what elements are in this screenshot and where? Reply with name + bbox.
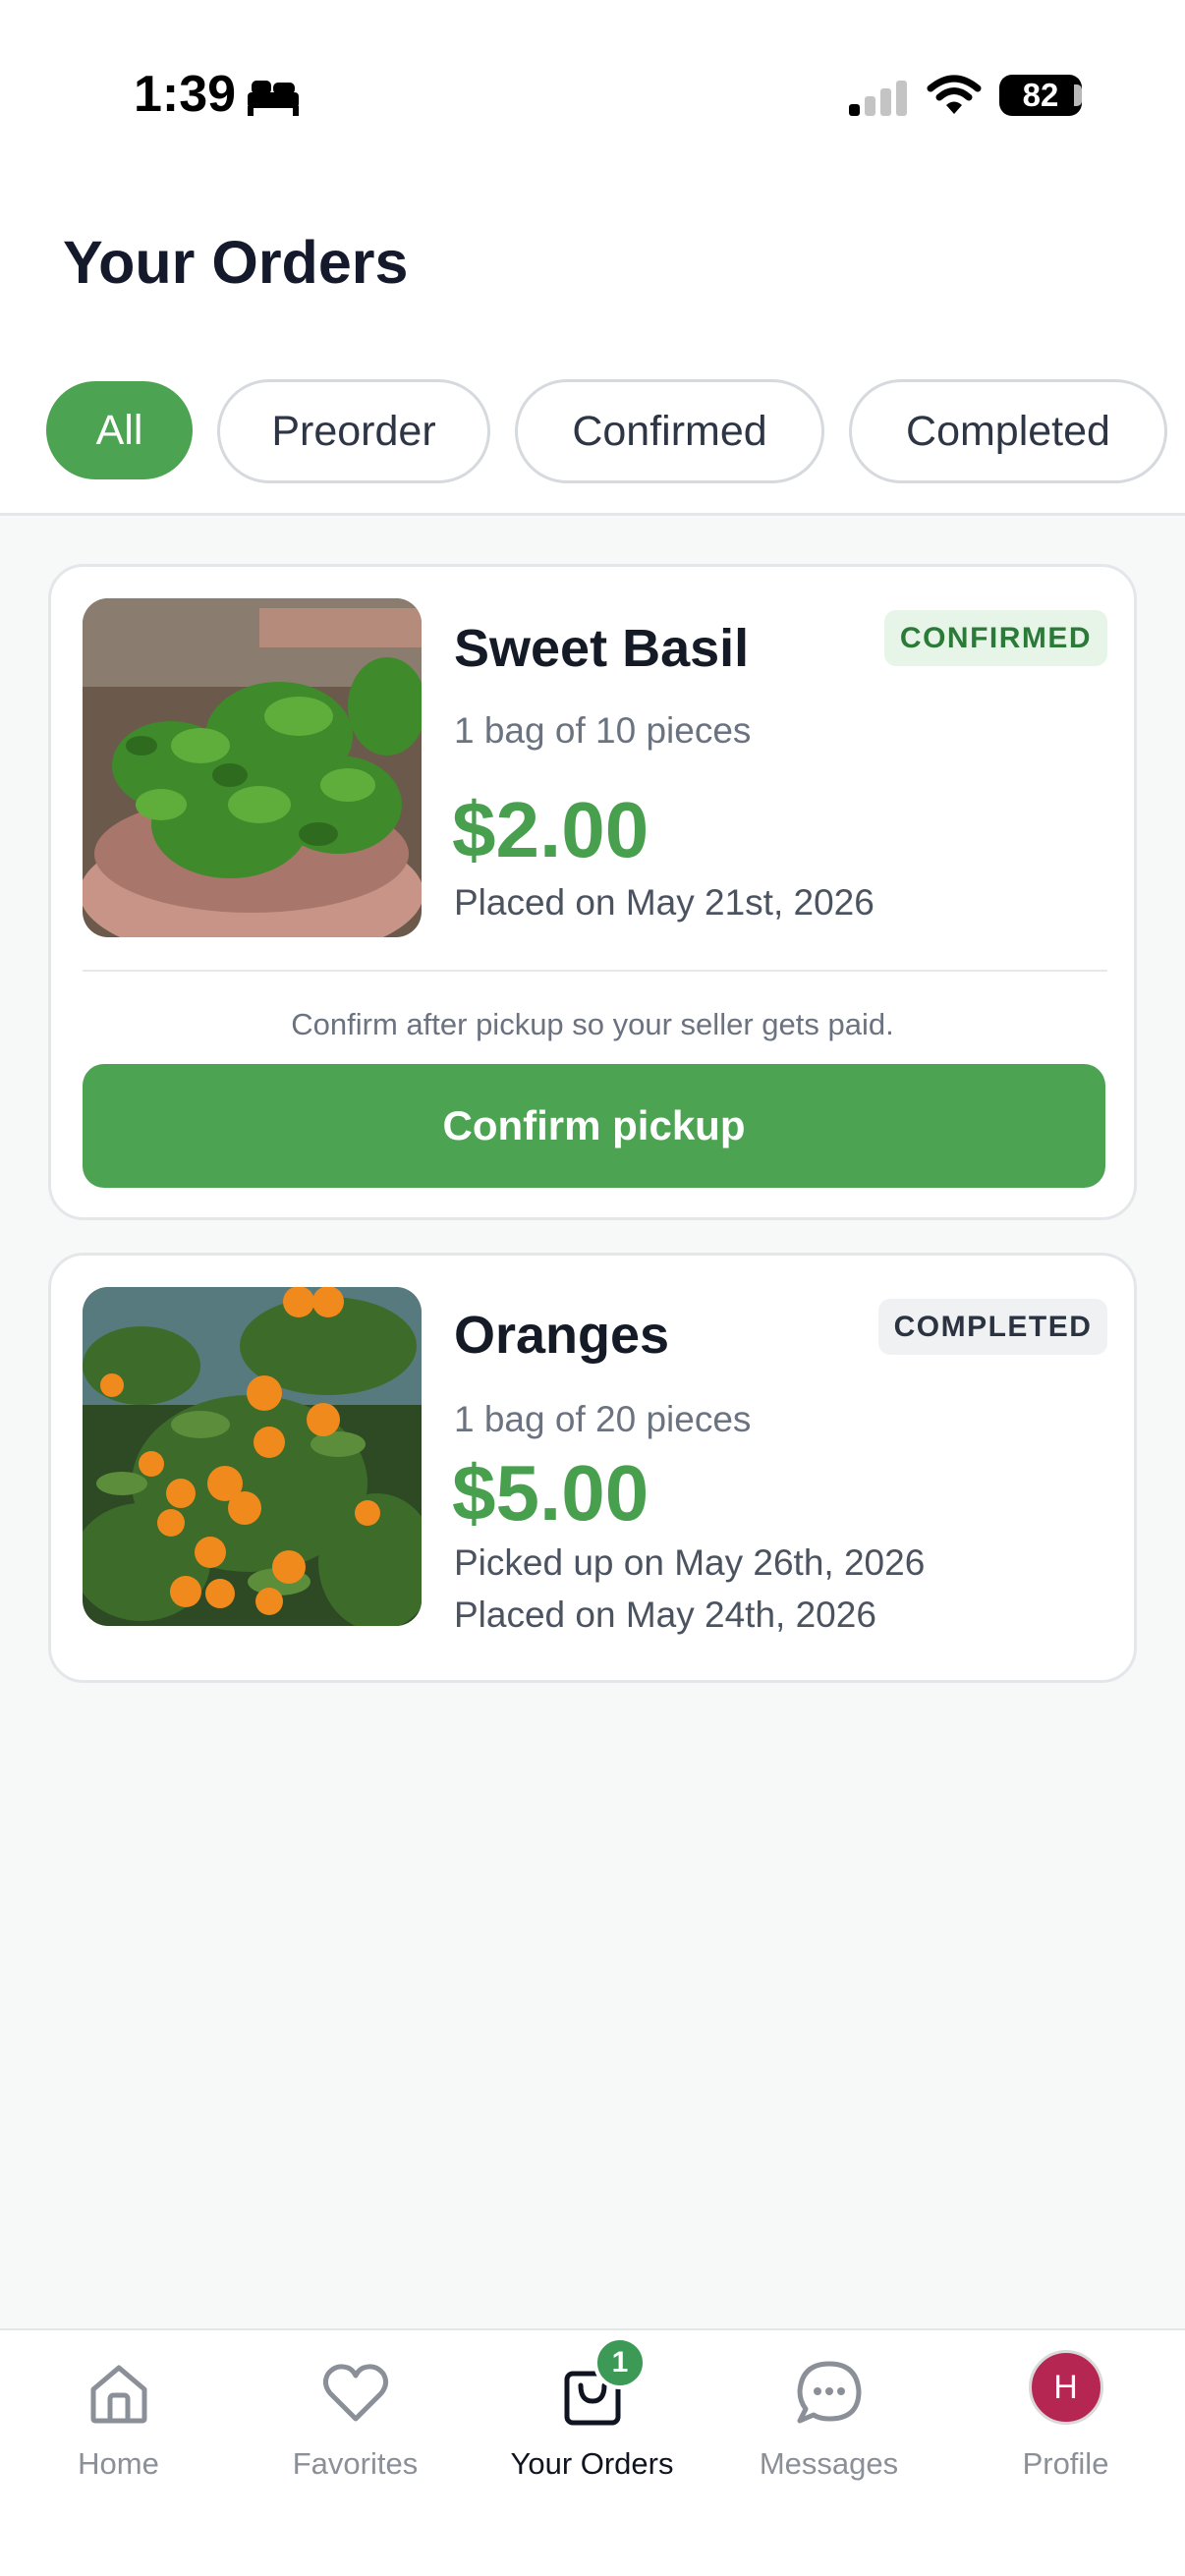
- product-image-basil: [83, 598, 422, 937]
- filter-chip-confirmed[interactable]: Confirmed: [515, 379, 824, 483]
- tab-home[interactable]: Home: [0, 2330, 237, 2527]
- pickup-hint: Confirm after pickup so your seller gets…: [291, 1007, 894, 1041]
- placed-date: Placed on May 21st, 2026: [454, 882, 875, 923]
- status-badge: COMPLETED: [878, 1299, 1107, 1355]
- tab-label: Home: [78, 2446, 159, 2481]
- placed-date: Placed on May 24th, 2026: [454, 1595, 876, 1635]
- picked-up-date: Picked up on May 26th, 2026: [454, 1542, 926, 1583]
- confirm-pickup-button[interactable]: Confirm pickup: [83, 1064, 1105, 1188]
- order-card[interactable]: Oranges COMPLETED 1 bag of 20 pieces $5.…: [48, 1253, 1137, 1683]
- tab-label: Favorites: [292, 2446, 419, 2481]
- order-card[interactable]: Sweet Basil CONFIRMED 1 bag of 10 pieces…: [48, 564, 1137, 1220]
- chat-bubble-icon: [797, 2361, 861, 2424]
- status-time: 1:39: [134, 66, 237, 123]
- product-quantity: 1 bag of 10 pieces: [454, 710, 752, 751]
- tab-your-orders[interactable]: Your Orders: [474, 2330, 710, 2527]
- wifi-icon: [927, 75, 982, 114]
- tab-messages[interactable]: Messages: [710, 2330, 947, 2527]
- page-title: Your Orders: [63, 229, 409, 296]
- battery-cap: [1074, 84, 1082, 106]
- filter-chip-all[interactable]: All: [46, 381, 193, 479]
- tab-bar: Home Favorites Your Orders Messages H Pr…: [0, 2328, 1185, 2576]
- header-area: 1:39 82 Your Orders All Preorder Confirm…: [0, 0, 1185, 516]
- product-name: Sweet Basil: [454, 619, 750, 678]
- order-price: $5.00: [452, 1449, 649, 1537]
- bed-icon: [248, 81, 299, 116]
- avatar: H: [1028, 2350, 1103, 2425]
- filter-chip-preorder[interactable]: Preorder: [217, 379, 490, 483]
- tab-label: Messages: [759, 2446, 899, 2481]
- filter-chips: All Preorder Confirmed Completed: [0, 379, 1185, 483]
- home-icon: [90, 2365, 146, 2424]
- tab-favorites[interactable]: Favorites: [237, 2330, 474, 2527]
- product-image-oranges: [83, 1287, 422, 1626]
- signal-icon: [849, 81, 907, 116]
- order-price: $2.00: [452, 786, 649, 873]
- battery-indicator: 82: [999, 75, 1082, 116]
- filter-chip-completed[interactable]: Completed: [849, 379, 1167, 483]
- tab-profile[interactable]: H Profile: [947, 2330, 1184, 2527]
- heart-icon: [322, 2364, 388, 2422]
- card-divider: [83, 970, 1107, 972]
- product-name: Oranges: [454, 1306, 670, 1365]
- status-badge: CONFIRMED: [884, 610, 1107, 666]
- orders-count-badge: 1: [593, 2336, 647, 2389]
- product-quantity: 1 bag of 20 pieces: [454, 1399, 752, 1439]
- tab-label: Your Orders: [510, 2446, 674, 2481]
- tab-label: Profile: [1022, 2446, 1109, 2481]
- status-bar: 1:39 82: [0, 0, 1185, 196]
